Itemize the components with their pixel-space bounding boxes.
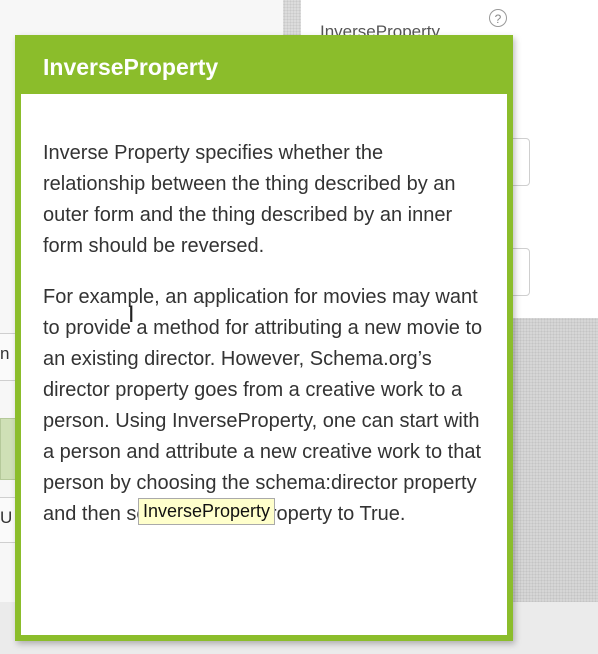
help-icon[interactable]: ? bbox=[489, 9, 507, 27]
text-cursor-icon: I bbox=[128, 303, 135, 328]
popup-paragraph-description: Inverse Property specifies whether the r… bbox=[43, 142, 456, 257]
left-panel-item-label: n bbox=[0, 344, 10, 363]
help-popup: InverseProperty Inverse Property specifi… bbox=[15, 35, 513, 641]
popup-paragraph-example: For example, an application for movies m… bbox=[43, 286, 483, 525]
popup-title: InverseProperty bbox=[43, 54, 219, 80]
left-panel-item-label: U bbox=[0, 508, 13, 527]
hover-tooltip: InverseProperty bbox=[138, 498, 276, 525]
popup-body: Inverse Property specifies whether the r… bbox=[43, 138, 483, 550]
popup-header: InverseProperty bbox=[21, 41, 507, 94]
